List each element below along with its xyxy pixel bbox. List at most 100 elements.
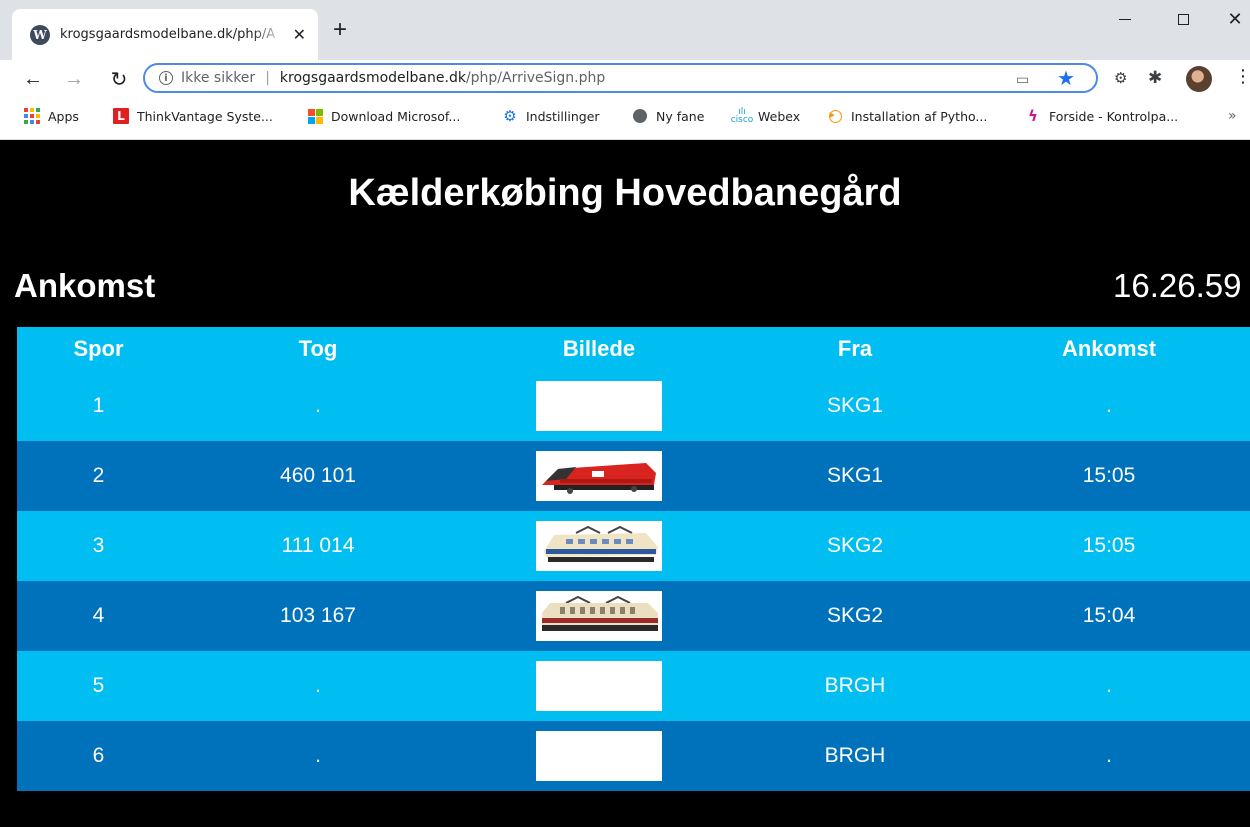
bookmark-label: Forside - Kontrolpa... — [1049, 108, 1179, 124]
cell-ankomst: 15:05 — [1082, 464, 1136, 487]
bookmark-microsoft[interactable]: Download Microsof... — [307, 108, 460, 124]
section-label: Ankomst — [14, 267, 156, 304]
table-row: 3 111 014 SKG2 15:05 — [17, 511, 1250, 581]
reload-button[interactable]: ↻ — [106, 66, 132, 92]
bookmark-label: Indstillinger — [526, 108, 600, 124]
bookmark-ny-fane[interactable]: Ny fane — [632, 108, 704, 124]
header-billede: Billede — [562, 336, 636, 361]
bookmark-label: Apps — [48, 108, 79, 124]
arrival-sign-page: Kælderkøbing Hovedbanegård Ankomst 16.26… — [0, 141, 1250, 827]
tab-strip: W krogsgaardsmodelbane.dk/php/A ✕ + ✕ — [0, 0, 1250, 60]
maximize-icon — [1177, 13, 1189, 25]
cell-billede — [456, 451, 742, 501]
cell-billede — [456, 381, 742, 431]
profile-avatar[interactable] — [1186, 66, 1212, 92]
wordpress-icon: W — [30, 24, 50, 45]
cell-tog: . — [315, 674, 321, 697]
cell-fra: SKG1 — [826, 464, 884, 487]
bookmark-star-icon[interactable]: ★ — [1057, 66, 1075, 91]
table-header: Spor Tog Billede Fra Ankomst — [17, 327, 1250, 371]
minimize-button[interactable] — [1102, 4, 1148, 34]
bookmarks-bar: Apps L ThinkVantage Syste... Download Mi… — [0, 98, 1250, 140]
cell-ankomst: . — [1106, 394, 1112, 417]
address-bar[interactable]: i Ikke sikker | krogsgaardsmodelbane.dk /… — [143, 63, 1098, 93]
bookmark-webex[interactable]: ılı cisco Webex — [730, 107, 801, 125]
minimize-icon — [1119, 18, 1131, 20]
cell-fra: SKG2 — [826, 604, 884, 627]
cell-tog: . — [315, 394, 321, 417]
apps-grid-icon — [24, 108, 40, 124]
table-row: 4 103 167 SKG2 15:04 — [17, 581, 1250, 651]
clock: 16.26.59 — [1113, 267, 1242, 304]
bookmark-python[interactable]: ▶ Installation af Pytho... — [827, 108, 987, 124]
browser-tab[interactable]: W krogsgaardsmodelbane.dk/php/A ✕ — [12, 9, 318, 60]
cell-fra: BRGH — [824, 744, 886, 767]
cisco-icon: ılı cisco — [730, 107, 754, 125]
globe-icon — [632, 108, 648, 124]
header-fra: Fra — [837, 336, 873, 361]
address-separator: | — [265, 70, 270, 86]
bookmark-kontrolpanel[interactable]: ϟ Forside - Kontrolpa... — [1025, 107, 1179, 125]
cell-fra: SKG2 — [826, 534, 884, 557]
cell-spor: 6 — [92, 744, 105, 767]
info-icon[interactable]: i — [159, 71, 173, 85]
back-button[interactable]: ← — [20, 66, 46, 92]
cell-ankomst: . — [1106, 744, 1112, 767]
bookmark-apps[interactable]: Apps — [24, 108, 79, 124]
url-path[interactable]: /php/ArriveSign.php — [466, 70, 605, 86]
bookmark-label: ThinkVantage Syste... — [137, 108, 273, 124]
station-title: Kælderkøbing Hovedbanegård — [348, 172, 902, 214]
bookmark-thinkvantage[interactable]: L ThinkVantage Syste... — [113, 108, 273, 124]
close-tab-icon[interactable]: ✕ — [293, 25, 306, 45]
cell-spor: 2 — [92, 464, 105, 487]
bookmark-label: Webex — [758, 108, 801, 124]
cell-tog: 111 014 — [281, 534, 355, 557]
cell-ankomst: . — [1106, 674, 1112, 697]
more-bookmarks-icon[interactable]: » — [1228, 108, 1237, 124]
lenovo-icon: L — [113, 108, 129, 124]
puzzle-icon[interactable]: ✱ — [1148, 68, 1162, 88]
menu-dots-icon[interactable]: ⋮ — [1234, 66, 1250, 87]
cell-spor: 1 — [92, 394, 105, 417]
extension-icon[interactable]: ⚙ — [1114, 69, 1127, 87]
bookmark-indstillinger[interactable]: ⚙ Indstillinger — [502, 107, 600, 125]
cell-billede — [456, 591, 742, 641]
cell-billede — [456, 661, 742, 711]
cast-icon[interactable]: ▭ — [1016, 71, 1029, 88]
train-image — [536, 521, 662, 571]
new-tab-button[interactable]: + — [333, 18, 347, 42]
cell-fra: BRGH — [824, 674, 886, 697]
security-label[interactable]: Ikke sikker — [181, 70, 255, 86]
tab-title: krogsgaardsmodelbane.dk/php/A — [60, 27, 276, 42]
close-window-button[interactable]: ✕ — [1212, 4, 1250, 34]
cell-ankomst: 15:04 — [1082, 604, 1136, 627]
cell-fra: SKG1 — [826, 394, 884, 417]
header-ankomst: Ankomst — [1061, 336, 1157, 361]
header-spor: Spor — [73, 336, 124, 361]
cell-billede — [456, 521, 742, 571]
table-row: 2 460 101 SKG1 15:05 — [17, 441, 1250, 511]
bookmark-label: Ny fane — [656, 108, 705, 124]
cell-tog: . — [315, 744, 321, 767]
table-row: 6. BRGH. — [17, 721, 1250, 791]
maximize-button[interactable] — [1160, 4, 1206, 34]
table-row: 5. BRGH. — [17, 651, 1250, 721]
train-image — [536, 731, 662, 781]
cell-tog: 460 101 — [280, 464, 356, 487]
bolt-icon: ϟ — [1028, 107, 1038, 125]
bookmark-label: Installation af Pytho... — [851, 108, 988, 124]
arrivals-table: Spor Tog Billede Fra Ankomst 1. SKG1. 2 460… — [17, 327, 1250, 791]
cell-spor: 5 — [92, 674, 105, 697]
gear-icon: ⚙ — [503, 107, 517, 125]
url-host[interactable]: krogsgaardsmodelbane.dk — [280, 70, 466, 86]
train-image — [536, 381, 662, 431]
cell-billede — [456, 731, 742, 781]
cell-tog: 103 167 — [280, 604, 356, 627]
play-icon: ▶ — [827, 108, 843, 124]
cell-spor: 4 — [92, 604, 105, 627]
bookmark-label: Download Microsof... — [331, 108, 461, 124]
cell-spor: 3 — [92, 534, 105, 557]
header-tog: Tog — [298, 336, 338, 361]
forward-button[interactable]: → — [61, 66, 87, 92]
train-image — [536, 451, 662, 501]
